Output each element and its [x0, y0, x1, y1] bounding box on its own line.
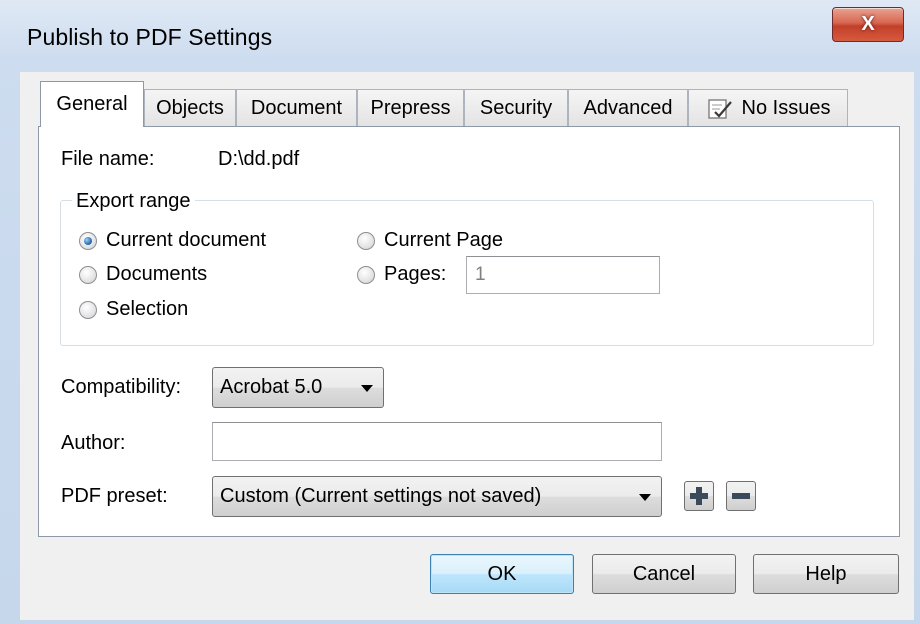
- ok-button[interactable]: OK: [430, 554, 574, 594]
- file-name-value: D:\dd.pdf: [218, 148, 300, 170]
- documents-label[interactable]: Documents: [106, 263, 207, 286]
- help-button-label: Help: [805, 562, 847, 585]
- current-document-radio[interactable]: [79, 232, 97, 250]
- tab-no-issues[interactable]: No Issues: [688, 89, 848, 127]
- tab-advanced[interactable]: Advanced: [568, 89, 688, 127]
- chevron-down-icon: [361, 384, 373, 392]
- compatibility-dropdown[interactable]: Acrobat 5.0: [212, 367, 384, 408]
- tab-objects[interactable]: Objects: [144, 89, 236, 127]
- tab-label: Prepress: [370, 97, 451, 119]
- tab-label: Objects: [156, 97, 224, 119]
- selection-label[interactable]: Selection: [106, 298, 188, 321]
- dialog-window: Publish to PDF Settings X General Object…: [0, 0, 920, 624]
- remove-preset-button[interactable]: [726, 481, 756, 511]
- pages-label[interactable]: Pages:: [384, 263, 446, 286]
- tab-label: Advanced: [583, 97, 673, 119]
- export-range-title: Export range: [72, 190, 195, 213]
- compatibility-value: Acrobat 5.0: [220, 376, 323, 398]
- pages-radio[interactable]: [357, 266, 375, 284]
- chevron-down-icon: [639, 493, 651, 501]
- tab-general[interactable]: General: [40, 81, 144, 127]
- close-button[interactable]: X: [832, 7, 904, 42]
- close-icon: X: [861, 13, 875, 35]
- tab-prepress[interactable]: Prepress: [357, 89, 464, 127]
- minus-icon: [732, 493, 750, 499]
- tab-document[interactable]: Document: [236, 89, 357, 127]
- current-page-label[interactable]: Current Page: [384, 229, 503, 252]
- tab-security[interactable]: Security: [464, 89, 568, 127]
- selection-radio[interactable]: [79, 301, 97, 319]
- pdf-preset-dropdown[interactable]: Custom (Current settings not saved): [212, 476, 662, 517]
- plus-icon: [690, 487, 708, 505]
- add-preset-button[interactable]: [684, 481, 714, 511]
- pdf-preset-label: PDF preset:: [61, 485, 168, 507]
- ok-button-label: OK: [487, 562, 517, 585]
- tab-label: Document: [250, 97, 343, 119]
- help-button[interactable]: Help: [753, 554, 899, 594]
- pages-input[interactable]: 1: [466, 256, 660, 294]
- compatibility-label: Compatibility:: [61, 376, 182, 398]
- tab-label: General: [56, 93, 128, 115]
- tab-label: Security: [479, 97, 553, 119]
- file-name-label: File name:: [61, 148, 155, 170]
- tab-label: No Issues: [741, 97, 831, 119]
- dialog-title: Publish to PDF Settings: [27, 24, 273, 50]
- cancel-button-label: Cancel: [632, 562, 696, 585]
- pdf-preset-value: Custom (Current settings not saved): [220, 485, 542, 507]
- documents-radio[interactable]: [79, 266, 97, 284]
- current-page-radio[interactable]: [357, 232, 375, 250]
- checklist-icon: [707, 98, 732, 119]
- title-bar[interactable]: Publish to PDF Settings X: [0, 0, 920, 72]
- cancel-button[interactable]: Cancel: [592, 554, 736, 594]
- author-label: Author:: [61, 432, 126, 454]
- author-input[interactable]: [212, 422, 662, 461]
- current-document-label[interactable]: Current document: [106, 229, 266, 252]
